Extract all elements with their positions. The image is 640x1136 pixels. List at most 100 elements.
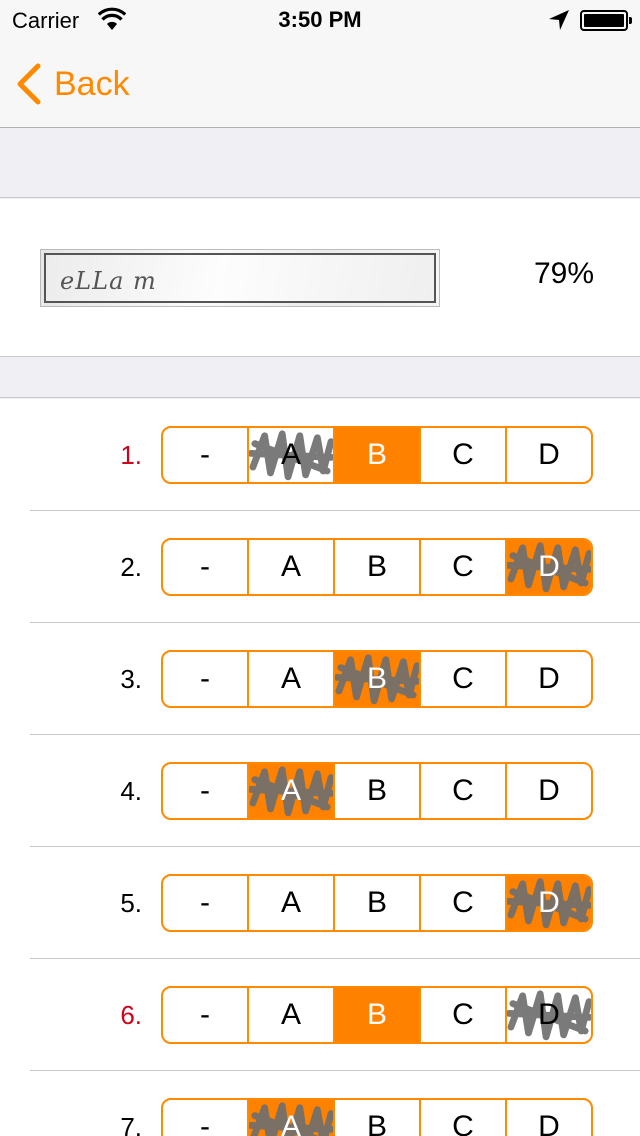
answer-option-label: C [452, 886, 474, 919]
answer-option-none[interactable]: - [163, 652, 247, 706]
answer-option-b[interactable]: B [333, 988, 419, 1042]
answer-option-b[interactable]: B [333, 876, 419, 930]
answer-option-a[interactable]: A [247, 876, 333, 930]
score-cell: eLLa m 79% [0, 199, 640, 357]
answer-segmented-control: -ABCD [161, 1098, 593, 1136]
answer-option-label: - [200, 998, 210, 1031]
question-row: 4. - A B C D [0, 735, 640, 847]
score-percent: 79% [533, 257, 594, 290]
answer-option-label: B [366, 1110, 387, 1136]
answer-option-a[interactable]: A [247, 1100, 333, 1136]
answer-option-none[interactable]: - [163, 1100, 247, 1136]
answer-option-label: C [452, 438, 474, 471]
answer-option-b[interactable]: B [333, 428, 419, 482]
answer-option-label: - [200, 438, 210, 471]
navigation-bar: Back [0, 40, 640, 128]
answer-option-d[interactable]: D [505, 1100, 591, 1136]
handwritten-name: eLLa m [60, 267, 157, 295]
answer-option-label: A [280, 550, 301, 583]
question-row: 1. - A B C D [0, 399, 640, 511]
answer-option-label: A [280, 662, 301, 695]
answer-option-label: A [280, 1110, 301, 1136]
answer-option-c[interactable]: C [419, 876, 505, 930]
answer-segmented-control: -ABCD [161, 650, 593, 708]
answer-option-a[interactable]: A [247, 764, 333, 818]
question-number: 5. [120, 888, 142, 918]
question-number: 6. [120, 1000, 142, 1030]
question-number: 7. [120, 1112, 142, 1136]
answer-option-c[interactable]: C [419, 428, 505, 482]
answer-option-label: C [452, 774, 474, 807]
answer-option-label: A [280, 886, 301, 919]
answer-option-label: D [538, 998, 560, 1031]
answer-option-label: - [200, 662, 210, 695]
answer-option-a[interactable]: A [247, 988, 333, 1042]
answer-option-d[interactable]: D [505, 652, 591, 706]
answer-option-d[interactable]: D [505, 764, 591, 818]
answer-segmented-control: - AB CD [161, 426, 593, 484]
answer-option-a[interactable]: A [247, 428, 333, 482]
answer-option-b[interactable]: B [333, 540, 419, 594]
answer-option-label: C [452, 662, 474, 695]
handwritten-name-image: eLLa m [40, 249, 440, 307]
answer-option-b[interactable]: B [333, 652, 419, 706]
answer-segmented-control: -ABCD [161, 538, 593, 596]
section-gap [0, 129, 640, 198]
question-row: 3. - A B C D [0, 623, 640, 735]
answer-option-label: D [538, 774, 560, 807]
answer-option-a[interactable]: A [247, 652, 333, 706]
answer-option-a[interactable]: A [247, 540, 333, 594]
answer-option-label: B [366, 774, 387, 807]
answer-list: 1. - A B C D 2. - A B C D 3. - A B C D 4. - A B C D 5. - A B C D 6. - A B… [0, 399, 640, 1136]
answer-option-label: B [366, 998, 387, 1031]
answer-segmented-control: -A B C D [161, 874, 593, 932]
answer-option-b[interactable]: B [333, 1100, 419, 1136]
answer-option-label: D [538, 886, 560, 919]
answer-option-label: - [200, 1110, 210, 1136]
question-row: 6. - A B C D [0, 959, 640, 1071]
location-arrow-icon [549, 10, 569, 30]
answer-option-none[interactable]: - [163, 876, 247, 930]
question-number: 1. [120, 440, 142, 470]
answer-option-d[interactable]: D [505, 540, 591, 594]
back-label: Back [54, 64, 130, 103]
answer-option-label: A [280, 998, 301, 1031]
answer-option-label: D [538, 662, 560, 695]
answer-option-label: A [280, 774, 301, 807]
answer-option-c[interactable]: C [419, 988, 505, 1042]
status-bar: Carrier 3:50 PM [0, 0, 640, 40]
question-number: 2. [120, 552, 142, 582]
chevron-left-icon [17, 63, 41, 105]
answer-option-c[interactable]: C [419, 764, 505, 818]
answer-option-none[interactable]: - [163, 540, 247, 594]
answer-option-label: B [366, 550, 387, 583]
answer-segmented-control: -ABCD [161, 762, 593, 820]
answer-option-label: B [366, 438, 387, 471]
answer-option-c[interactable]: C [419, 1100, 505, 1136]
section-gap [0, 358, 640, 398]
question-row: 5. - A B C D [0, 847, 640, 959]
answer-option-d[interactable]: D [505, 428, 591, 482]
question-number: 4. [120, 776, 142, 806]
question-row: 7. - A B C D [0, 1071, 640, 1136]
answer-option-none[interactable]: - [163, 988, 247, 1042]
answer-option-label: B [366, 662, 387, 695]
answer-option-c[interactable]: C [419, 652, 505, 706]
answer-option-label: C [452, 550, 474, 583]
answer-option-none[interactable]: - [163, 428, 247, 482]
status-time: 3:50 PM [278, 7, 362, 32]
answer-option-none[interactable]: - [163, 764, 247, 818]
answer-option-c[interactable]: C [419, 540, 505, 594]
answer-option-label: - [200, 550, 210, 583]
answer-option-b[interactable]: B [333, 764, 419, 818]
answer-option-d[interactable]: D [505, 988, 591, 1042]
answer-option-label: D [538, 550, 560, 583]
question-number: 3. [120, 664, 142, 694]
answer-option-label: - [200, 774, 210, 807]
answer-option-label: C [452, 998, 474, 1031]
answer-option-label: C [452, 1110, 474, 1136]
answer-option-label: D [538, 1110, 560, 1136]
back-button[interactable]: Back [14, 62, 130, 106]
answer-option-d[interactable]: D [505, 876, 591, 930]
answer-option-label: B [366, 886, 387, 919]
